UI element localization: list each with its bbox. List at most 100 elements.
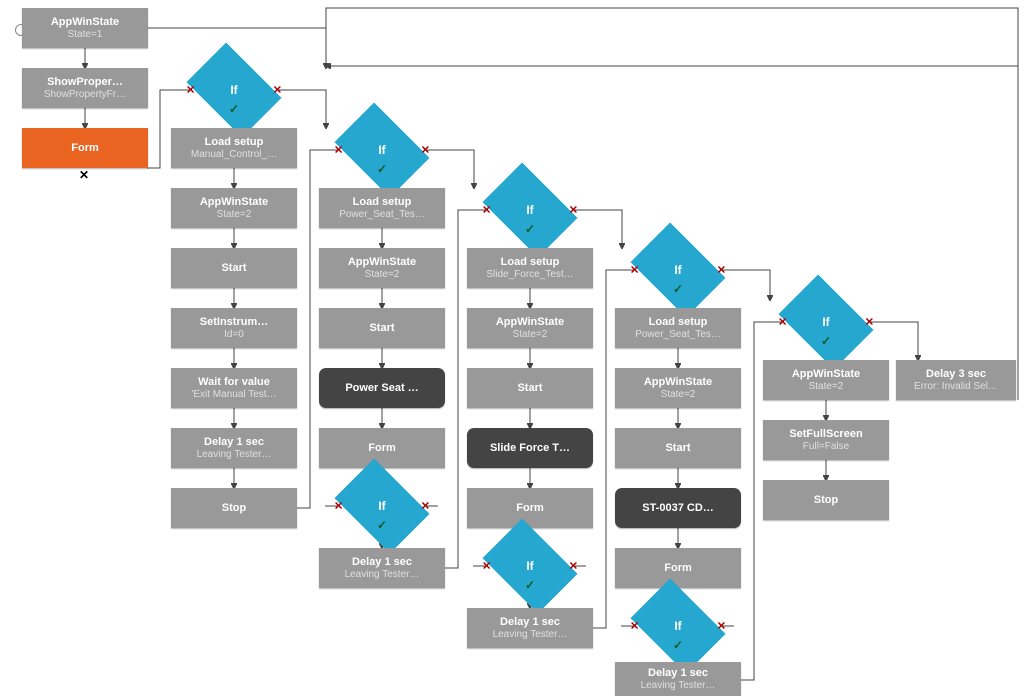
- node-start-c1[interactable]: Start: [171, 248, 297, 288]
- node-sub: Leaving Tester…: [641, 680, 716, 692]
- check-icon: ✓: [673, 282, 683, 296]
- node-if-3b[interactable]: If ✓ ✕ ✕: [488, 544, 572, 588]
- node-sub: Leaving Tester…: [345, 569, 420, 581]
- x-icon: ✕: [482, 204, 491, 217]
- node-if-4[interactable]: If ✓ ✕ ✕: [636, 248, 720, 292]
- node-start-c3[interactable]: Start: [467, 368, 593, 408]
- node-delay-c2[interactable]: Delay 1 sec Leaving Tester…: [319, 548, 445, 588]
- x-icon: ✕: [717, 620, 726, 633]
- node-title: Start: [369, 321, 394, 335]
- node-appwinstate-c4[interactable]: AppWinState State=2: [615, 368, 741, 408]
- check-icon: ✓: [377, 162, 387, 176]
- node-slide-force[interactable]: Slide Force T…: [467, 428, 593, 468]
- node-load-setup-1[interactable]: Load setup Manual_Control_…: [171, 128, 297, 168]
- node-form-c3[interactable]: Form: [467, 488, 593, 528]
- node-sub: Power_Seat_Tes…: [339, 209, 425, 221]
- node-title: AppWinState: [200, 195, 268, 209]
- node-appwinstate-c5[interactable]: AppWinState State=2: [763, 360, 889, 400]
- node-st-0037[interactable]: ST-0037 CD…: [615, 488, 741, 528]
- node-sub: State=1: [68, 29, 103, 41]
- node-title: Wait for value: [198, 375, 270, 389]
- x-icon: ✕: [186, 84, 195, 97]
- x-icon: ✕: [421, 500, 430, 513]
- node-title: Delay 3 sec: [926, 367, 986, 381]
- node-sub: Error: Invalid Sel…: [914, 381, 998, 393]
- node-sub: Power_Seat_Tes…: [635, 329, 721, 341]
- node-sub: Leaving Tester…: [493, 629, 568, 641]
- node-title: AppWinState: [792, 367, 860, 381]
- node-title: Form: [71, 141, 99, 155]
- node-delay-3sec[interactable]: Delay 3 sec Error: Invalid Sel…: [896, 360, 1016, 400]
- node-if-2[interactable]: If ✓ ✕ ✕: [340, 128, 424, 172]
- node-title: AppWinState: [644, 375, 712, 389]
- node-if-2b[interactable]: If ✓ ✕ ✕: [340, 484, 424, 528]
- node-load-setup-3[interactable]: Load setup Slide_Force_Test…: [467, 248, 593, 288]
- x-icon: ✕: [569, 204, 578, 217]
- x-icon: ✕: [630, 264, 639, 277]
- node-title: ST-0037 CD…: [642, 501, 714, 515]
- node-sub: Manual_Control_…: [191, 149, 277, 161]
- node-delay-c4[interactable]: Delay 1 sec Leaving Tester…: [615, 662, 741, 696]
- node-title: SetInstrum…: [200, 315, 268, 329]
- node-wait-for-value[interactable]: Wait for value 'Exit Manual Test…: [171, 368, 297, 408]
- node-appwinstate-c3[interactable]: AppWinState State=2: [467, 308, 593, 348]
- node-title: AppWinState: [348, 255, 416, 269]
- x-icon: ✕: [569, 560, 578, 573]
- node-if-5[interactable]: If ✓ ✕ ✕: [784, 300, 868, 344]
- node-title: Load setup: [353, 195, 412, 209]
- node-load-setup-4[interactable]: Load setup Power_Seat_Tes…: [615, 308, 741, 348]
- node-delay-c1[interactable]: Delay 1 sec Leaving Tester…: [171, 428, 297, 468]
- node-form-main[interactable]: Form: [22, 128, 148, 168]
- node-title: Form: [368, 441, 396, 455]
- node-title: Stop: [814, 493, 838, 507]
- node-title: Delay 1 sec: [352, 555, 412, 569]
- node-start-c4[interactable]: Start: [615, 428, 741, 468]
- node-power-seat[interactable]: Power Seat …: [319, 368, 445, 408]
- node-sub: ShowPropertyFr…: [44, 89, 126, 101]
- node-sub: State=2: [365, 269, 400, 281]
- node-showproperty[interactable]: ShowProper… ShowPropertyFr…: [22, 68, 148, 108]
- node-title: Start: [221, 261, 246, 275]
- node-form-c2[interactable]: Form: [319, 428, 445, 468]
- node-setfullscreen[interactable]: SetFullScreen Full=False: [763, 420, 889, 460]
- node-if-1[interactable]: If ✓ ✕ ✕: [192, 68, 276, 112]
- connectors: [0, 0, 1024, 696]
- x-icon: ✕: [421, 144, 430, 157]
- node-title: Start: [665, 441, 690, 455]
- node-title: Start: [517, 381, 542, 395]
- node-delay-c3[interactable]: Delay 1 sec Leaving Tester…: [467, 608, 593, 648]
- node-sub: State=2: [513, 329, 548, 341]
- node-title: Load setup: [501, 255, 560, 269]
- check-icon: ✓: [525, 222, 535, 236]
- node-stop-c5[interactable]: Stop: [763, 480, 889, 520]
- node-if-4b[interactable]: If ✓ ✕ ✕: [636, 604, 720, 648]
- node-sub: State=2: [661, 389, 696, 401]
- node-setinstrum[interactable]: SetInstrum… Id=0: [171, 308, 297, 348]
- node-load-setup-2[interactable]: Load setup Power_Seat_Tes…: [319, 188, 445, 228]
- node-sub: State=2: [217, 209, 252, 221]
- node-sub: Slide_Force_Test…: [486, 269, 573, 281]
- check-icon: ✓: [377, 518, 387, 532]
- node-appwinstate-c1[interactable]: AppWinState State=2: [171, 188, 297, 228]
- node-if-3[interactable]: If ✓ ✕ ✕: [488, 188, 572, 232]
- node-title: Power Seat …: [345, 381, 418, 395]
- node-title: Form: [664, 561, 692, 575]
- node-appwinstate-c2[interactable]: AppWinState State=2: [319, 248, 445, 288]
- x-icon: ✕: [334, 500, 343, 513]
- node-form-c4[interactable]: Form: [615, 548, 741, 588]
- node-sub: Id=0: [224, 329, 244, 341]
- node-appwinstate-1[interactable]: AppWinState State=1: [22, 8, 148, 48]
- node-title: SetFullScreen: [789, 427, 862, 441]
- node-sub: Leaving Tester…: [197, 449, 272, 461]
- node-title: AppWinState: [51, 15, 119, 29]
- check-icon: ✓: [525, 578, 535, 592]
- check-icon: ✓: [821, 334, 831, 348]
- x-icon: ✕: [273, 84, 282, 97]
- node-stop-c1[interactable]: Stop: [171, 488, 297, 528]
- node-start-c2[interactable]: Start: [319, 308, 445, 348]
- x-icon: ✕: [630, 620, 639, 633]
- node-title: Load setup: [205, 135, 264, 149]
- node-title: Stop: [222, 501, 246, 515]
- node-sub: State=2: [809, 381, 844, 393]
- check-icon: ✓: [673, 638, 683, 652]
